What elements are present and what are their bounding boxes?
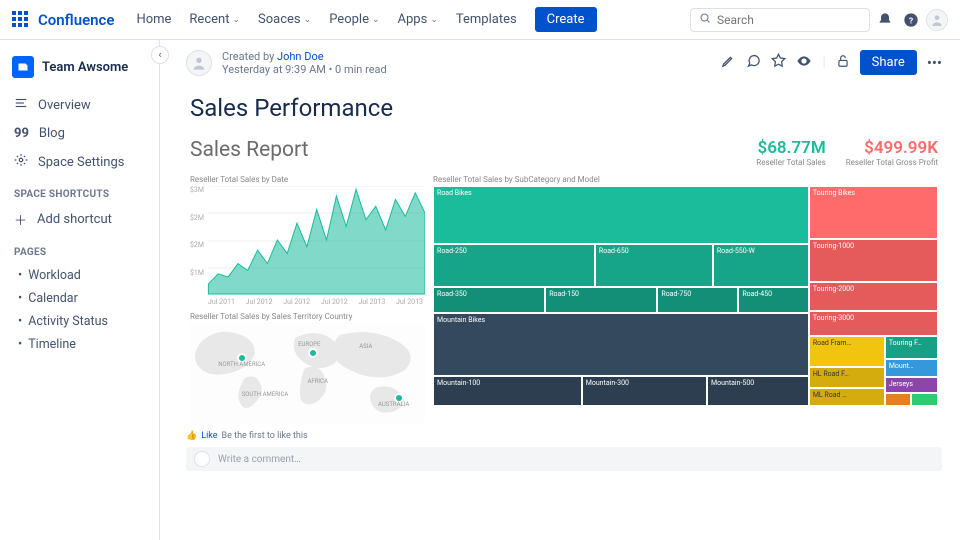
notifications-icon[interactable] [874, 9, 896, 31]
like-icon[interactable]: 👍 [186, 431, 197, 441]
author-avatar[interactable] [186, 50, 212, 76]
comment-placeholder: Write a comment… [218, 454, 301, 465]
like-row: 👍 Like Be the first to like this [186, 431, 942, 441]
map-chart-title: Reseller Total Sales by Sales Territory … [190, 312, 425, 321]
plus-icon: ＋ [14, 210, 27, 229]
nav-templates[interactable]: Templates [448, 6, 525, 33]
search-input[interactable] [717, 13, 861, 27]
search-icon [699, 12, 711, 28]
comment-icon[interactable] [746, 53, 761, 72]
settings-icon [14, 153, 28, 171]
nav-recent[interactable]: Recent⌄ [181, 6, 248, 33]
chevron-down-icon: ⌄ [304, 15, 312, 25]
overview-icon [14, 96, 28, 114]
nav-home[interactable]: Home [128, 6, 179, 33]
nav-people[interactable]: People⌄ [321, 6, 387, 33]
pages-heading: PAGES [0, 235, 159, 262]
map-pin [308, 348, 318, 358]
chevron-down-icon: ⌄ [372, 15, 380, 25]
space-icon [12, 56, 34, 78]
line-chart-xaxis: Jul 2011Jul 2012Jul 2012Jul 2012Jul 2013… [190, 296, 425, 306]
space-name: Team Awsome [42, 60, 128, 75]
page-title: Sales Performance [190, 94, 942, 122]
chevron-down-icon: ⌄ [430, 15, 438, 25]
nav-soaces[interactable]: Soaces⌄ [250, 6, 319, 33]
space-header[interactable]: Team Awsome [0, 50, 159, 90]
comment-avatar [194, 451, 210, 467]
search-box[interactable] [690, 8, 870, 32]
page-item[interactable]: Calendar [8, 287, 159, 310]
user-avatar[interactable] [926, 9, 948, 31]
comment-box[interactable]: Write a comment… [186, 447, 942, 471]
add-shortcut-label: Add shortcut [37, 212, 112, 227]
product-logo[interactable]: Confluence [38, 11, 114, 29]
page-byline: Yesterday at 9:39 AM • 0 min read [222, 63, 387, 76]
report-title: Sales Report [190, 138, 309, 162]
page-meta: Created by John Doe Yesterday at 9:39 AM… [222, 50, 387, 76]
top-nav: HomeRecent⌄Soaces⌄People⌄Apps⌄Templates [128, 6, 524, 33]
page-actions: | Share ••• [721, 50, 942, 75]
add-shortcut[interactable]: ＋ Add shortcut [0, 204, 159, 235]
line-chart: $3M $2M $2M $1M [190, 186, 425, 296]
treemap-cell: Road Bikes [433, 186, 809, 244]
star-icon[interactable] [771, 53, 786, 72]
treemap-chart: Road Bikes Road-250 Road-650 Road-550-W … [433, 186, 938, 406]
sidebar-item-settings[interactable]: Space Settings [0, 147, 159, 177]
create-button[interactable]: Create [535, 7, 597, 32]
treemap-title: Reseller Total Sales by SubCategory and … [433, 175, 938, 184]
author-link[interactable]: John Doe [277, 50, 324, 63]
svg-text:?: ? [909, 16, 913, 26]
page-header: Created by John Doe Yesterday at 9:39 AM… [186, 50, 942, 76]
more-icon[interactable]: ••• [927, 54, 942, 72]
chevron-down-icon: ⌄ [232, 15, 240, 25]
like-button[interactable]: Like [201, 431, 217, 441]
share-button[interactable]: Share [860, 50, 917, 75]
page-item[interactable]: Timeline [8, 333, 159, 356]
app-switcher-icon[interactable] [12, 11, 30, 29]
help-icon[interactable]: ? [900, 9, 922, 31]
shortcuts-heading: SPACE SHORTCUTS [0, 177, 159, 204]
edit-icon[interactable] [721, 53, 736, 72]
metric-total-sales: $68.77M Reseller Total Sales [756, 138, 825, 167]
sidebar-item-blog[interactable]: 99Blog [0, 120, 159, 147]
sidebar: ‹ Team Awsome Overview99BlogSpace Settin… [0, 40, 160, 540]
topbar: Confluence HomeRecent⌄Soaces⌄People⌄Apps… [0, 0, 960, 40]
page-item[interactable]: Workload [8, 264, 159, 287]
metric-gross-profit: $499.99K Reseller Total Gross Profit [846, 138, 938, 167]
restrictions-icon[interactable] [836, 54, 850, 72]
main-content: Created by John Doe Yesterday at 9:39 AM… [160, 40, 960, 540]
blog-icon: 99 [14, 126, 29, 141]
watch-icon[interactable] [796, 53, 812, 73]
sidebar-item-overview[interactable]: Overview [0, 90, 159, 120]
page-item[interactable]: Activity Status [8, 310, 159, 333]
line-chart-title: Reseller Total Sales by Date [190, 175, 425, 184]
nav-apps[interactable]: Apps⌄ [390, 6, 446, 33]
map-chart: NORTH AMERICA EUROPE ASIA SOUTH AMERICA … [190, 323, 425, 423]
sales-report: Sales Report $68.77M Reseller Total Sale… [186, 138, 942, 423]
